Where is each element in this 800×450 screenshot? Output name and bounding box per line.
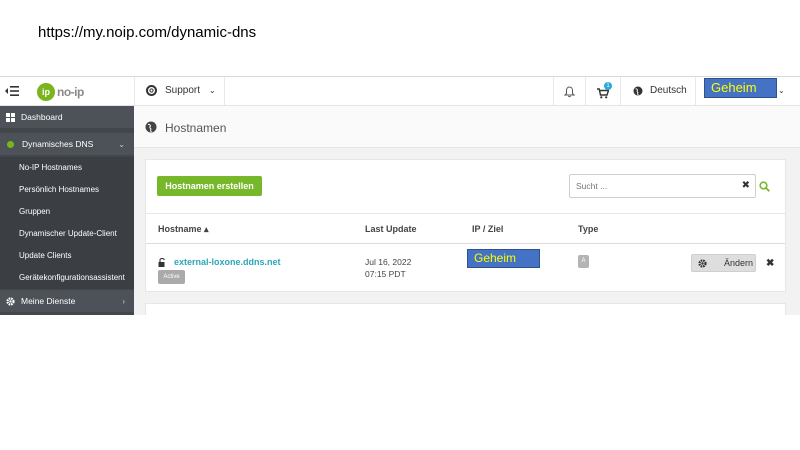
gear-icon [698, 258, 707, 268]
column-header-last-update: Last Update [365, 224, 417, 234]
divider [585, 77, 586, 105]
unlock-icon [158, 254, 167, 267]
edit-button[interactable]: Ändern [691, 254, 756, 272]
table-row: external-loxone.ddns.net Active Jul 16, … [146, 245, 785, 292]
url-caption: https://my.noip.com/dynamic-dns [38, 24, 257, 41]
secondary-card [145, 303, 786, 315]
edit-label: Ändern [724, 258, 754, 268]
chevron-down-icon[interactable]: ⌄ [778, 86, 785, 95]
search-box: ✖ [569, 174, 756, 198]
hostname-link[interactable]: external-loxone.ddns.net [174, 257, 281, 267]
sidebar-item-dashboard[interactable]: Dashboard [0, 106, 134, 128]
dns-status-icon [7, 140, 14, 148]
sidebar-item-noip-hostnames[interactable]: No-IP Hostnames [0, 157, 134, 179]
sidebar: Dashboard Dynamisches DNS ⌄ No-IP Hostna… [0, 106, 134, 315]
cart-count-badge: 1 [604, 82, 612, 90]
column-header-type: Type [578, 224, 599, 234]
search-input[interactable] [576, 179, 736, 193]
sidebar-item-label: Dashboard [21, 112, 63, 122]
sidebar-item-dynamic-dns[interactable]: Dynamisches DNS ⌄ [0, 133, 134, 155]
ip-redacted: Geheim [467, 249, 540, 268]
divider [224, 77, 225, 105]
page-title: Hostnamen [165, 121, 227, 135]
last-update-time: 07:15 PDT [365, 269, 406, 279]
globe-icon [633, 86, 643, 96]
noip-logo[interactable]: ip no-ip [37, 82, 84, 102]
divider [553, 77, 554, 105]
bell-icon[interactable] [563, 85, 576, 98]
chevron-right-icon: › [122, 296, 125, 306]
collapse-menu-icon[interactable] [5, 85, 19, 97]
account-name-redacted[interactable]: Geheim [704, 78, 777, 98]
hostnames-card: Hostnamen erstellen ✖ Hostname ▴ Last Up… [145, 159, 786, 292]
sidebar-item-update-client[interactable]: Dynamischer Update-Client [0, 223, 134, 245]
divider [620, 77, 621, 105]
column-header-ip: IP / Ziel [472, 224, 504, 234]
chevron-down-icon: ⌄ [209, 86, 216, 95]
support-menu[interactable]: Support ⌄ [146, 85, 216, 96]
divider [695, 77, 696, 105]
support-label: Support [165, 85, 201, 96]
table-header: Hostname ▴ Last Update IP / Ziel Type [146, 213, 785, 244]
page-header: Hostnamen [134, 106, 800, 148]
language-label: Deutsch [650, 85, 687, 96]
dashboard-icon [6, 112, 15, 122]
gear-icon [6, 296, 15, 306]
globe-icon [145, 120, 157, 133]
last-update-date: Jul 16, 2022 [365, 257, 412, 267]
delete-icon[interactable]: ✖ [766, 258, 774, 269]
create-hostname-button[interactable]: Hostnamen erstellen [157, 176, 262, 196]
lifebuoy-icon [146, 85, 157, 96]
column-header-hostname[interactable]: Hostname ▴ [158, 224, 209, 235]
record-type-badge: A [578, 255, 589, 268]
logo-mark-icon: ip [37, 83, 55, 101]
sidebar-item-label: Dynamisches DNS [22, 139, 94, 149]
language-selector[interactable]: Deutsch [633, 85, 687, 96]
status-badge: Active [158, 270, 185, 284]
sidebar-item-groups[interactable]: Gruppen [0, 201, 134, 223]
top-bar: ip no-ip Support ⌄ 1 Deutsch Geheim ⌄ [0, 77, 800, 106]
chevron-down-icon: ⌄ [118, 139, 125, 149]
search-icon[interactable] [759, 179, 770, 192]
main-content: Hostnamen Hostnamen erstellen ✖ Hostname… [134, 106, 800, 315]
sidebar-item-update-clients[interactable]: Update Clients [0, 245, 134, 267]
sidebar-item-my-services[interactable]: Meine Dienste › [0, 290, 134, 312]
app-window: ip no-ip Support ⌄ 1 Deutsch Geheim ⌄ Da… [0, 76, 800, 315]
sidebar-item-label: Meine Dienste [21, 296, 76, 306]
logo-text: no-ip [57, 85, 84, 99]
sidebar-item-personal-hostnames[interactable]: Persönlich Hostnames [0, 179, 134, 201]
divider [134, 77, 135, 105]
last-update-cell: Jul 16, 2022 07:15 PDT [365, 256, 411, 280]
sidebar-item-device-wizard[interactable]: Gerätekonfigurationsassistent [0, 267, 134, 289]
clear-search-icon[interactable]: ✖ [742, 180, 750, 191]
